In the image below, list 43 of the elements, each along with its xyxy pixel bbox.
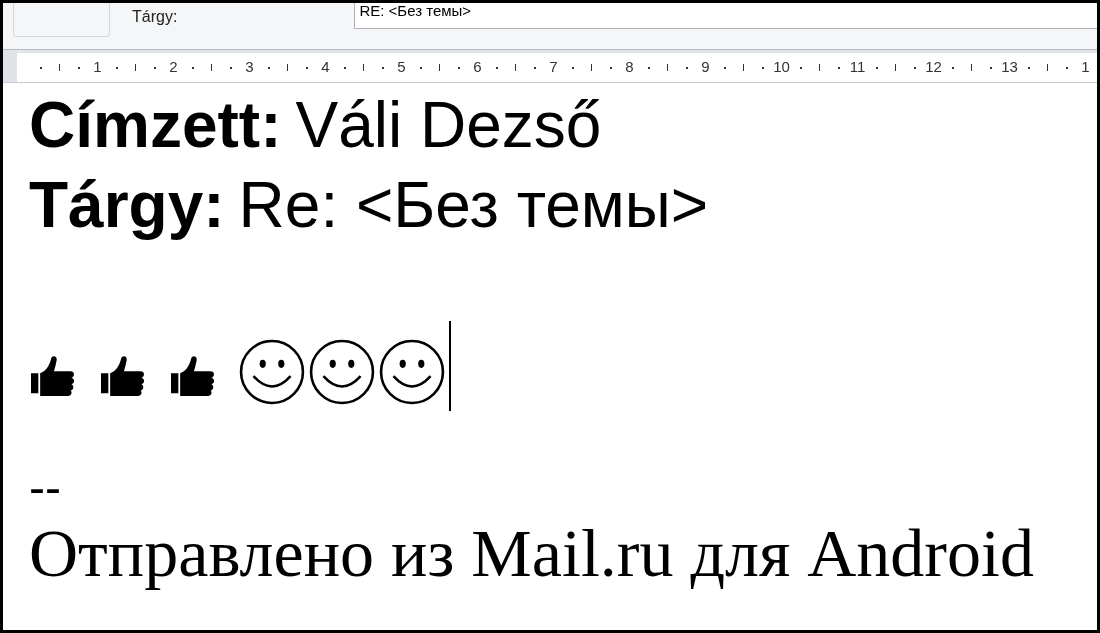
signature-text: Отправлено из Mail.ru для Android bbox=[29, 514, 1035, 593]
thumbs-up-icon bbox=[29, 353, 77, 397]
smiley-icon bbox=[379, 339, 445, 405]
ruler-number: 1 bbox=[1080, 57, 1091, 78]
ruler-tick bbox=[819, 64, 820, 71]
ruler-tick bbox=[971, 64, 972, 71]
ruler-tick bbox=[363, 64, 364, 71]
field-value: Re: <Без темы> bbox=[238, 168, 709, 243]
ruler-number: 11 bbox=[848, 57, 867, 78]
signature-separator: -- bbox=[29, 463, 62, 513]
ruler-number: 5 bbox=[396, 57, 407, 78]
ruler-tick bbox=[591, 64, 592, 71]
thumbs-up-icon bbox=[169, 353, 217, 397]
ruler-number: 4 bbox=[320, 57, 331, 78]
field-label: Címzett: bbox=[29, 88, 282, 163]
ruler-tick bbox=[515, 64, 516, 71]
ruler-number: 13 bbox=[1000, 57, 1019, 78]
ruler-tick bbox=[743, 64, 744, 71]
ruler-tick bbox=[287, 64, 288, 71]
ruler-number: 2 bbox=[168, 57, 179, 78]
subject-label: Tárgy: bbox=[132, 7, 178, 27]
ruler-tick bbox=[895, 64, 896, 71]
ruler-number: 8 bbox=[624, 57, 635, 78]
ruler-number: 7 bbox=[548, 57, 559, 78]
subject-field[interactable]: RE: <Без темы> bbox=[354, 3, 1097, 29]
ruler-tick bbox=[439, 64, 440, 71]
ruler-tick bbox=[135, 64, 136, 71]
toolbar-button[interactable] bbox=[13, 3, 111, 37]
ruler-number: 3 bbox=[244, 57, 255, 78]
ruler-number: 6 bbox=[472, 57, 483, 78]
thumbs-up-icon bbox=[99, 353, 147, 397]
ruler-tick bbox=[59, 64, 60, 71]
ruler-tick bbox=[1047, 64, 1048, 71]
smiley-icon bbox=[309, 339, 375, 405]
ruler-number: 12 bbox=[924, 57, 943, 78]
field-label: Tárgy: bbox=[29, 168, 225, 243]
ruler-tick bbox=[667, 64, 668, 71]
ruler-tick bbox=[211, 64, 212, 71]
ruler-number: 9 bbox=[700, 57, 711, 78]
ruler-number: 10 bbox=[772, 57, 791, 78]
ruler-number: 1 bbox=[92, 57, 103, 78]
field-value: Váli Dezső bbox=[295, 88, 602, 163]
smiley-icon bbox=[239, 339, 305, 405]
